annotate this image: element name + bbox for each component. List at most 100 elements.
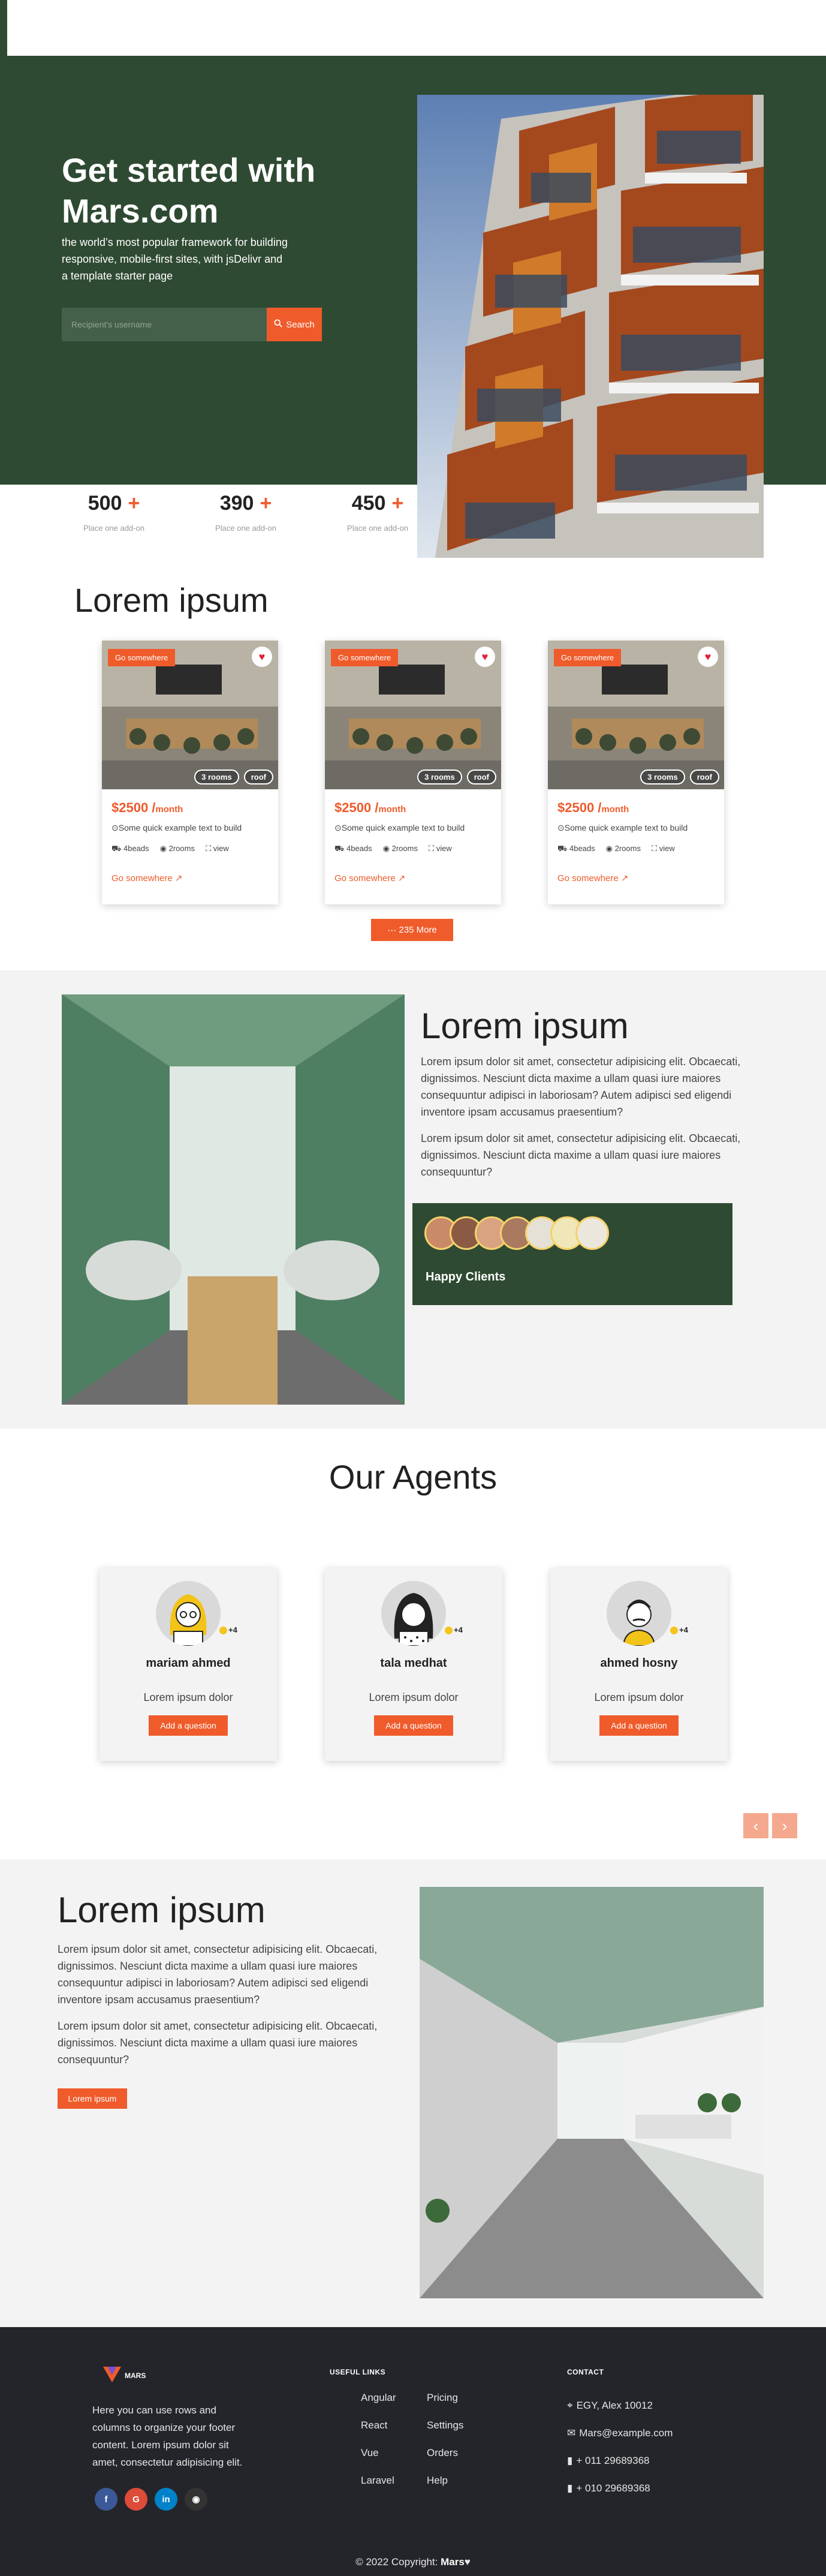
more-button[interactable]: ⋯ 235 More <box>371 919 453 941</box>
listing-card[interactable]: Go somewhere ♥ 3 rooms roof $2500 /month… <box>548 641 724 904</box>
card-tag[interactable]: Go somewhere <box>331 649 399 666</box>
facebook-icon[interactable]: f <box>95 2488 117 2511</box>
links-column-1: Angular React Vue Laravel <box>361 2392 396 2502</box>
card-tag[interactable]: Go somewhere <box>554 649 622 666</box>
stat-item: 500 + Place one add-on <box>72 492 156 533</box>
bed-icon: ⛟ <box>334 844 345 853</box>
card-features: ⛟ 4beads ◉ 2rooms ⛶ view <box>111 844 269 855</box>
search-button[interactable]: Search <box>267 308 322 341</box>
room-image: Go somewhere ♥ 3 rooms roof <box>102 641 278 789</box>
footer: MARS Here you can use rows and columns t… <box>0 2327 826 2576</box>
beds-feature: ⛟ 4beads <box>557 844 595 853</box>
info-paragraph-2: Lorem ipsum dolor sit amet, consectetur … <box>58 2020 378 2066</box>
footer-link[interactable]: Settings <box>427 2419 463 2447</box>
google-icon[interactable]: G <box>125 2488 147 2511</box>
status-dot-icon <box>445 1627 453 1635</box>
card-link[interactable]: Go somewhere ↗ <box>557 873 715 883</box>
heart-icon[interactable]: ♥ <box>475 647 495 667</box>
roof-badge: roof <box>243 770 273 784</box>
chevron-left-icon[interactable]: ‹ <box>743 1813 768 1838</box>
building-image <box>417 95 764 558</box>
rooms-badge: 3 rooms <box>194 770 239 784</box>
add-question-button[interactable]: Add a question <box>374 1715 453 1736</box>
agent-badge: +4 <box>219 1625 237 1635</box>
location-icon: ⊙ <box>111 823 119 832</box>
office-image <box>62 994 405 1405</box>
room-image: Go somewhere ♥ 3 rooms roof <box>325 641 501 789</box>
expand-icon: ⛶ <box>651 844 658 853</box>
about-section: Lorem ipsum Lorem ipsum dolor sit amet, … <box>0 970 826 1429</box>
view-feature: ⛶ view <box>651 844 675 853</box>
linkedin-icon[interactable]: in <box>155 2488 177 2511</box>
avatar <box>607 1581 671 1646</box>
agent-name: tala medhat <box>380 1657 447 1670</box>
bath-icon: ◉ <box>605 844 613 853</box>
card-pills: 3 rooms roof <box>640 770 719 784</box>
about-paragraph-1: Lorem ipsum dolor sit amet, consectetur … <box>421 1056 741 1118</box>
baths-feature: ◉ 2rooms <box>382 844 418 853</box>
card-features: ⛟ 4beads ◉ 2rooms ⛶ view <box>557 844 715 855</box>
avatar <box>156 1581 221 1646</box>
card-link[interactable]: Go somewhere ↗ <box>334 873 492 883</box>
bath-icon: ◉ <box>382 844 390 853</box>
phone-icon: ▮ <box>567 2455 573 2466</box>
add-question-button[interactable]: Add a question <box>149 1715 228 1736</box>
brand-link[interactable]: Mars <box>441 2556 465 2568</box>
footer-link[interactable]: Angular <box>361 2392 396 2419</box>
agents-title: Our Agents <box>328 1458 498 1496</box>
footer-logo[interactable]: MARS <box>103 2367 146 2384</box>
contact-address: ⌖ EGY, Alex 10012 <box>567 2400 653 2411</box>
footer-about: Here you can use rows and columns to org… <box>92 2404 243 2468</box>
bed-icon: ⛟ <box>111 844 122 853</box>
about-title: Lorem ipsum <box>421 1006 629 1046</box>
mars-logo-icon <box>103 2367 121 2384</box>
agent-role: Lorem ipsum dolor <box>594 1691 684 1703</box>
footer-link[interactable]: Help <box>427 2475 463 2502</box>
heart-icon[interactable]: ♥ <box>698 647 718 667</box>
contact-email[interactable]: ✉ Mars@example.com <box>567 2419 673 2447</box>
footer-link[interactable]: Laravel <box>361 2475 396 2502</box>
github-icon[interactable]: ◉ <box>185 2488 207 2511</box>
info-button[interactable]: Lorem ipsum <box>58 2088 127 2109</box>
useful-links-title: USEFUL LINKS <box>330 2368 386 2376</box>
card-tag[interactable]: Go somewhere <box>108 649 176 666</box>
happy-clients-box: Happy Clients <box>412 1203 732 1305</box>
expand-icon: ⛶ <box>205 844 212 853</box>
footer-link[interactable]: Vue <box>361 2447 396 2475</box>
bath-icon: ◉ <box>159 844 167 853</box>
avatar <box>381 1581 446 1646</box>
agent-card: +4 tala medhat Lorem ipsum dolor Add a q… <box>325 1568 502 1761</box>
page: Get started with Mars.com the world’s mo… <box>0 0 826 2576</box>
envelope-icon: ✉ <box>567 2427 576 2439</box>
stat-label: Place one add-on <box>215 524 276 533</box>
avatar <box>575 1216 609 1250</box>
stats-row: 500 + Place one add-on 390 + Place one add… <box>72 492 420 533</box>
about-paragraph-2: Lorem ipsum dolor sit amet, consectetur … <box>421 1132 741 1178</box>
card-description: ⊙Some quick example text to build <box>334 823 465 832</box>
search-input[interactable] <box>62 308 267 341</box>
top-bar <box>0 0 826 56</box>
location-icon: ⊙ <box>557 823 565 832</box>
stat-value: 450 + <box>351 492 404 515</box>
footer-link[interactable]: Pricing <box>427 2392 463 2419</box>
heart-icon[interactable]: ♥ <box>252 647 272 667</box>
card-price: $2500 /month <box>111 800 183 815</box>
card-price: $2500 /month <box>334 800 406 815</box>
open-office-image <box>420 1887 764 2298</box>
listing-cards: Go somewhere ♥ 3 rooms roof $2500 /month… <box>102 641 724 904</box>
footer-link[interactable]: React <box>361 2419 396 2447</box>
info-section: Lorem ipsum Lorem ipsum dolor sit amet, … <box>0 1859 826 2327</box>
card-price: $2500 /month <box>557 800 629 815</box>
add-question-button[interactable]: Add a question <box>599 1715 679 1736</box>
roof-badge: roof <box>466 770 496 784</box>
agent-role: Lorem ipsum dolor <box>369 1691 459 1703</box>
footer-link[interactable]: Orders <box>427 2447 463 2475</box>
hero-title: Get started with Mars.com <box>62 151 316 230</box>
agent-badge: +4 <box>670 1625 688 1635</box>
card-link[interactable]: Go somewhere ↗ <box>111 873 269 883</box>
chevron-right-icon[interactable]: › <box>772 1813 797 1838</box>
listings-title: Lorem ipsum <box>74 581 269 619</box>
listing-card[interactable]: Go somewhere ♥ 3 rooms roof $2500 /month… <box>325 641 501 904</box>
beds-feature: ⛟ 4beads <box>334 844 372 853</box>
listing-card[interactable]: Go somewhere ♥ 3 rooms roof $2500 /month… <box>102 641 278 904</box>
